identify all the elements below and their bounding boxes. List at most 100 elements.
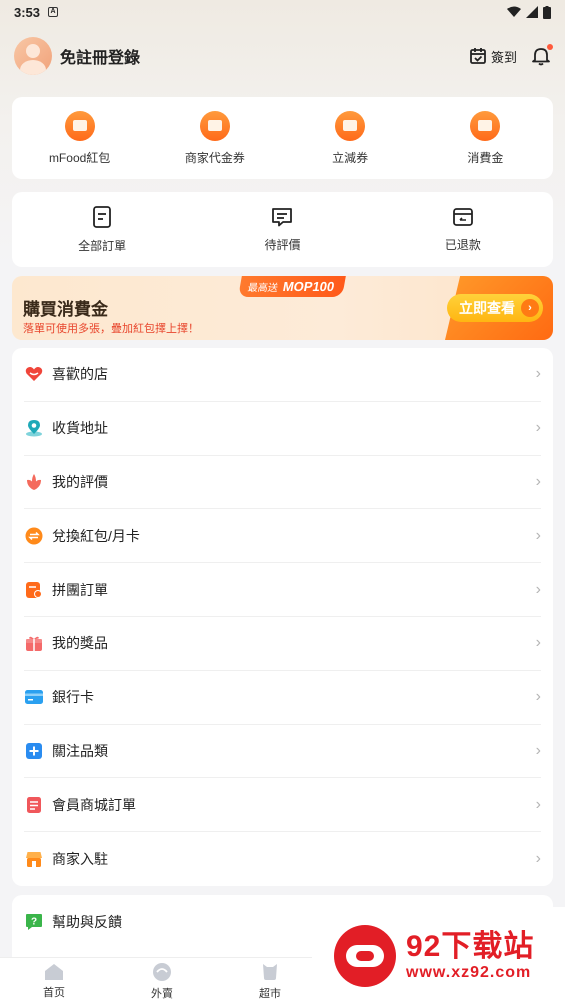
orders-pending-review[interactable]: 待評價 <box>192 192 372 267</box>
orders-all-label: 全部訂單 <box>78 238 127 253</box>
calendar-check-icon <box>470 48 486 64</box>
heart-icon <box>24 364 44 384</box>
battery-icon <box>543 5 551 19</box>
login-link[interactable]: 免註冊登錄 <box>60 44 140 68</box>
menu-item-label: 兌換紅包/月卡 <box>52 527 140 544</box>
shortcut-mfood-red-packet[interactable]: mFood紅包 <box>12 97 147 179</box>
menu-item-bank-card[interactable]: 銀行卡 › <box>24 671 541 725</box>
gamepad-logo-icon <box>334 924 396 987</box>
tab-takeaway[interactable]: 外賣 <box>108 958 216 1004</box>
notification-dot <box>547 44 553 50</box>
menu-item-label: 我的評價 <box>52 473 108 490</box>
tab-supermarket[interactable]: 超市 <box>216 958 324 1004</box>
chevron-right-icon: › <box>535 634 541 652</box>
signal-icon <box>526 6 538 18</box>
promo-value: MOP100 <box>281 279 336 294</box>
menu-item-my-reviews[interactable]: 我的評價 › <box>24 456 541 510</box>
help-icon: ? <box>24 912 44 932</box>
menu-item-delivery-address[interactable]: 收貨地址 › <box>24 402 541 456</box>
menu-item-label: 銀行卡 <box>52 689 94 706</box>
menu-item-label: 喜歡的店 <box>52 366 108 383</box>
shortcut-label: 立減券 <box>332 150 369 165</box>
menu-item-member-mall-orders[interactable]: 會員商城訂單 › <box>24 778 541 833</box>
banner-subtitle: 落單可使用多張，疊加紅包擇上擇！ <box>23 323 199 335</box>
account-header: 免註冊登錄 簽到 <box>14 36 553 76</box>
group-order-icon <box>24 580 44 600</box>
tab-home[interactable]: 首页 <box>0 958 108 1004</box>
settings-menu: 喜歡的店 › 收貨地址 › 我的評價 › 兌換紅包/月卡 › 拼團訂單 › 我的… <box>12 348 553 886</box>
bank-card-icon <box>24 687 44 707</box>
gift-icon <box>24 633 44 653</box>
wallet-icon <box>335 110 366 141</box>
chevron-right-icon: › <box>535 795 541 813</box>
comment-icon <box>272 207 293 226</box>
notification-button[interactable] <box>531 44 553 66</box>
avatar[interactable] <box>14 37 52 75</box>
menu-item-label: 商家入駐 <box>52 851 108 868</box>
shortcut-merchant-voucher[interactable]: 商家代金券 <box>147 97 282 179</box>
checkin-label: 簽到 <box>490 49 517 65</box>
menu-item-label: 拼團訂單 <box>52 581 108 598</box>
chevron-right-icon: › <box>535 741 541 759</box>
menu-item-group-orders[interactable]: 拼團訂單 › <box>24 563 541 617</box>
consumption-credit-banner[interactable]: 購買消費金 落單可使用多張，疊加紅包擇上擇！ 最高送 MOP100 立即查看 › <box>12 276 553 340</box>
shortcut-label: mFood紅包 <box>48 150 111 165</box>
location-icon <box>24 418 44 438</box>
svg-text:?: ? <box>31 916 37 927</box>
tab-label: 外賣 <box>151 987 173 1000</box>
chevron-right-icon: › <box>535 850 541 868</box>
chevron-right-icon: › <box>535 365 541 383</box>
plus-square-icon <box>24 741 44 761</box>
orders-all[interactable]: 全部訂單 <box>12 192 192 267</box>
menu-item-label: 我的獎品 <box>52 635 108 652</box>
watermark-url: www.xz92.com <box>406 963 532 981</box>
chevron-right-icon: › <box>535 688 541 706</box>
watermark-overlay: 92下载站 www.xz92.com <box>312 907 565 1004</box>
chevron-right-icon: › <box>521 299 539 317</box>
chevron-right-icon: › <box>535 419 541 437</box>
menu-item-favorite-stores[interactable]: 喜歡的店 › <box>24 348 541 402</box>
shortcut-discount-coupon[interactable]: 立減券 <box>283 97 418 179</box>
tab-label: 首页 <box>43 986 65 999</box>
ticket-icon <box>199 110 230 141</box>
view-now-button[interactable]: 立即查看 › <box>447 294 543 322</box>
menu-item-label: 幫助與反饋 <box>52 913 122 930</box>
orders-pending-review-label: 待評價 <box>264 237 301 252</box>
promo-prefix: 最高送 <box>246 283 279 294</box>
chevron-right-icon: › <box>535 526 541 544</box>
menu-item-label: 會員商城訂單 <box>52 796 136 813</box>
refund-icon <box>452 207 473 226</box>
menu-item-merchant-onboarding[interactable]: 商家入駐 › <box>24 832 541 886</box>
menu-item-redeem[interactable]: 兌換紅包/月卡 › <box>24 509 541 564</box>
list-icon <box>93 205 112 228</box>
shortcut-label: 商家代金券 <box>184 150 245 165</box>
menu-item-followed-categories[interactable]: 關注品類 › <box>24 725 541 779</box>
orders-refunded[interactable]: 已退款 <box>373 192 553 267</box>
status-time: 3:53 <box>14 4 41 20</box>
watermark-text: 92下载站 www.xz92.com <box>406 930 534 982</box>
exchange-icon <box>24 526 44 546</box>
tab-label: 超市 <box>259 987 281 1000</box>
watermark-brand: 92下载站 <box>406 929 535 963</box>
menu-item-label: 收貨地址 <box>52 420 108 437</box>
menu-item-my-prizes[interactable]: 我的獎品 › <box>24 617 541 671</box>
order-shortcuts: 全部訂單 待評價 已退款 <box>12 192 553 267</box>
orders-refunded-label: 已退款 <box>444 237 481 252</box>
promo-badge: 最高送 MOP100 <box>238 276 347 297</box>
checkin-button[interactable]: 簽到 <box>469 47 517 66</box>
chevron-right-icon: › <box>535 472 541 490</box>
wallet-shortcuts: mFood紅包 商家代金券 立減券 消費金 <box>12 97 553 179</box>
notification-app-icon: A <box>48 7 59 17</box>
market-icon <box>263 963 277 980</box>
wifi-icon <box>507 6 521 17</box>
view-now-label: 立即查看 <box>459 300 515 316</box>
coin-icon <box>64 110 95 141</box>
menu-item-label: 關注品類 <box>52 742 108 759</box>
status-bar: 3:53 A <box>0 0 565 24</box>
shortcut-consumption-credit[interactable]: 消費金 <box>418 97 553 179</box>
store-icon <box>24 849 44 869</box>
banner-title: 購買消費金 <box>23 300 108 319</box>
home-icon <box>45 963 63 980</box>
chevron-right-icon: › <box>535 580 541 598</box>
flower-icon <box>24 472 44 492</box>
